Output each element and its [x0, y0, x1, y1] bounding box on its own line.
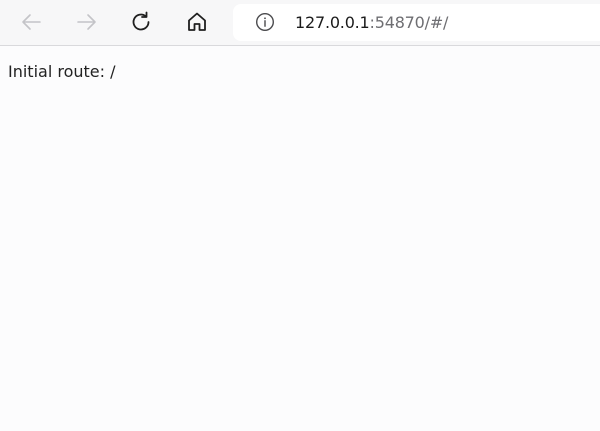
info-icon[interactable]	[255, 12, 275, 32]
url-text[interactable]: 127.0.0.1:54870/#/	[295, 13, 448, 32]
refresh-icon	[132, 11, 150, 31]
initial-route-text: Initial route: /	[8, 62, 116, 81]
forward-button[interactable]	[70, 6, 104, 38]
url-host: 127.0.0.1	[295, 13, 370, 32]
home-button[interactable]	[180, 6, 214, 38]
browser-toolbar: 127.0.0.1:54870/#/	[0, 0, 600, 46]
address-bar[interactable]: 127.0.0.1:54870/#/	[233, 4, 600, 41]
refresh-button[interactable]	[124, 6, 158, 38]
arrow-right-icon	[77, 14, 96, 30]
home-icon	[188, 12, 206, 31]
url-path: :54870/#/	[369, 13, 449, 32]
back-button[interactable]	[14, 6, 48, 38]
arrow-left-icon	[22, 14, 41, 30]
